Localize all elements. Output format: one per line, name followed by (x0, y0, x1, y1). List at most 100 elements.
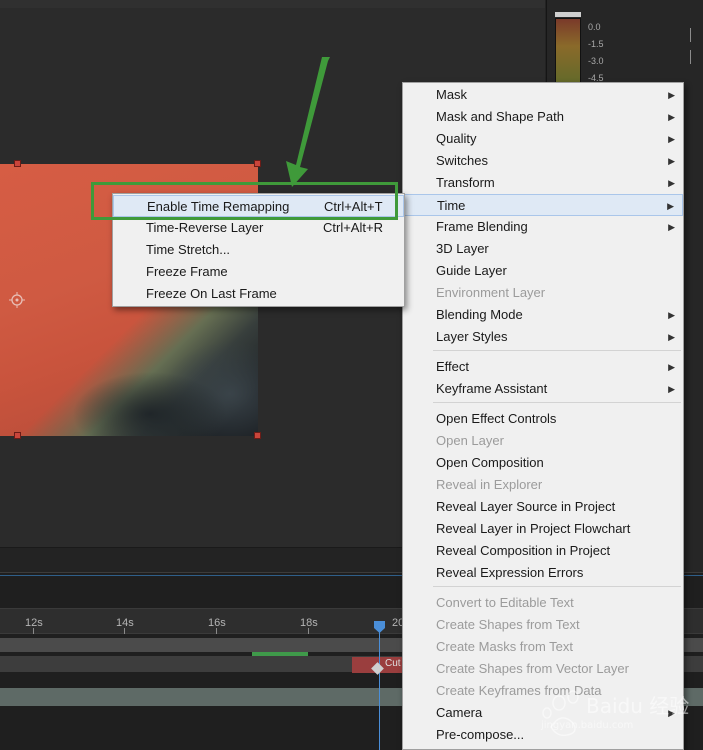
menu-item-guide-layer[interactable]: Guide Layer (403, 260, 683, 282)
menu-item-label: Blending Mode (436, 307, 523, 322)
db-label: -1.5 (588, 39, 604, 49)
menu-item-label: Reveal Expression Errors (436, 565, 584, 580)
menu-item-time[interactable]: Time ▶ (403, 194, 683, 216)
viewer-top-strip (0, 0, 545, 8)
submenu-arrow-icon: ▶ (668, 90, 675, 100)
menu-item-label: 3D Layer (436, 241, 489, 256)
menu-item-blending-mode[interactable]: Blending Mode ▶ (403, 304, 683, 326)
menu-item-reveal-layer-source-in-project[interactable]: Reveal Layer Source in Project (403, 496, 683, 518)
menu-item-reveal-in-explorer: Reveal in Explorer (403, 474, 683, 496)
submenu-arrow-icon: ▶ (668, 178, 675, 188)
layer-handle-top-left[interactable] (14, 160, 21, 167)
menu-item-label: Open Effect Controls (436, 411, 557, 426)
menu-item-label: Mask (436, 87, 468, 102)
db-label: 0.0 (588, 22, 601, 32)
menu-item-open-effect-controls[interactable]: Open Effect Controls (403, 408, 683, 430)
menu-item-switches[interactable]: Switches ▶ (403, 150, 683, 172)
menu-item-label: Switches (436, 153, 489, 168)
submenu-arrow-icon: ▶ (668, 112, 675, 122)
playhead-icon[interactable] (374, 620, 385, 633)
menu-item-mask-and-shape-path[interactable]: Mask and Shape Path ▶ (403, 106, 683, 128)
menu-item-label: Guide Layer (436, 263, 507, 278)
menu-item-label: Reveal in Explorer (436, 477, 543, 492)
menu-item-quality[interactable]: Quality ▶ (403, 128, 683, 150)
watermark-url: jingyan.baidu.com (541, 720, 634, 731)
menu-item-reveal-layer-in-project-flowchart[interactable]: Reveal Layer in Project Flowchart (403, 518, 683, 540)
menu-item-label: Create Shapes from Text (436, 617, 580, 632)
layer-handle-bottom-right[interactable] (254, 432, 261, 439)
submenu-arrow-icon: ▶ (668, 310, 675, 320)
menu-item-mask[interactable]: Mask ▶ (403, 84, 683, 106)
menu-item-label: Camera (436, 705, 483, 720)
menu-item-create-masks-from-text: Create Masks from Text (403, 636, 683, 658)
menu-item-label: Layer Styles (436, 329, 508, 344)
menu-separator (433, 586, 681, 587)
highlight-box (91, 182, 398, 220)
menu-item-label: Open Composition (436, 455, 544, 470)
menu-item-effect[interactable]: Effect ▶ (403, 356, 683, 378)
menu-item-open-composition[interactable]: Open Composition (403, 452, 683, 474)
menu-item-label: Effect (436, 359, 470, 374)
menu-item-label: Frame Blending (436, 219, 528, 234)
menu-item-reveal-composition-in-project[interactable]: Reveal Composition in Project (403, 540, 683, 562)
ruler-tick (33, 628, 34, 634)
submenu-arrow-icon: ▶ (668, 384, 675, 394)
submenu-item-freeze-on-last-frame[interactable]: Freeze On Last Frame (113, 283, 404, 305)
menu-item-label: Reveal Composition in Project (436, 543, 611, 558)
submenu-arrow-icon: ▶ (668, 156, 675, 166)
menu-separator (433, 350, 681, 351)
menu-item-label: Create Masks from Text (436, 639, 574, 654)
layer-context-menu: Mask ▶ Mask and Shape Path ▶ Quality ▶ Switche… (402, 82, 684, 750)
submenu-item-label: Freeze On Last Frame (146, 286, 277, 301)
menu-item-keyframe-assistant[interactable]: Keyframe Assistant ▶ (403, 378, 683, 400)
submenu-arrow-icon: ▶ (668, 332, 675, 342)
ruler-tick (308, 628, 309, 634)
submenu-item-time-reverse-layer[interactable]: Time-Reverse Layer Ctrl+Alt+R (113, 217, 404, 239)
menu-item-transform[interactable]: Transform ▶ (403, 172, 683, 194)
annotation-arrow-icon (286, 57, 330, 187)
menu-item-open-layer: Open Layer (403, 430, 683, 452)
menu-item-label: Time (437, 198, 466, 213)
menu-item-label: Quality (436, 131, 477, 146)
clip-label: Cut (385, 658, 401, 669)
audio-meter-peak (555, 12, 581, 17)
menu-item-label: Convert to Editable Text (436, 595, 574, 610)
anchor-point-icon[interactable] (9, 292, 25, 308)
submenu-arrow-icon: ▶ (668, 222, 675, 232)
menu-item-label: Mask and Shape Path (436, 109, 564, 124)
ruler-tick (124, 628, 125, 634)
submenu-item-time-stretch[interactable]: Time Stretch... (113, 239, 404, 261)
submenu-item-freeze-frame[interactable]: Freeze Frame (113, 261, 404, 283)
menu-item-create-shapes-from-text: Create Shapes from Text (403, 614, 683, 636)
menu-item-convert-to-editable-text: Convert to Editable Text (403, 592, 683, 614)
menu-item-label: Environment Layer (436, 285, 546, 300)
audio-meter (555, 18, 581, 88)
menu-separator (433, 402, 681, 403)
ruler-tick (216, 628, 217, 634)
layer-handle-top-right[interactable] (254, 160, 261, 167)
submenu-arrow-icon: ▶ (668, 362, 675, 372)
menu-item-label: Reveal Layer in Project Flowchart (436, 521, 631, 536)
layer-handle-bottom-left[interactable] (14, 432, 21, 439)
menu-item-label: Keyframe Assistant (436, 381, 548, 396)
menu-item-label: Create Shapes from Vector Layer (436, 661, 629, 676)
playhead-line[interactable] (379, 622, 380, 750)
menu-item-label: Transform (436, 175, 495, 190)
submenu-item-label: Time-Reverse Layer (146, 220, 264, 235)
submenu-arrow-icon: ▶ (667, 201, 674, 211)
menu-item-reveal-expression-errors[interactable]: Reveal Expression Errors (403, 562, 683, 584)
watermark-text: Baidu 经验 (586, 694, 690, 718)
submenu-arrow-icon: ▶ (668, 134, 675, 144)
menu-item-3d-layer[interactable]: 3D Layer (403, 238, 683, 260)
submenu-item-label: Time Stretch... (146, 242, 231, 257)
db-label: -3.0 (588, 56, 604, 66)
panel-tick (690, 28, 696, 42)
menu-item-label: Pre-compose... (436, 727, 525, 742)
menu-item-create-shapes-from-vector-layer: Create Shapes from Vector Layer (403, 658, 683, 680)
menu-item-frame-blending[interactable]: Frame Blending ▶ (403, 216, 683, 238)
panel-tick (690, 50, 696, 64)
menu-item-layer-styles[interactable]: Layer Styles ▶ (403, 326, 683, 348)
submenu-item-label: Freeze Frame (146, 264, 228, 279)
shortcut-label: Ctrl+Alt+R (323, 220, 383, 235)
menu-item-label: Open Layer (436, 433, 504, 448)
